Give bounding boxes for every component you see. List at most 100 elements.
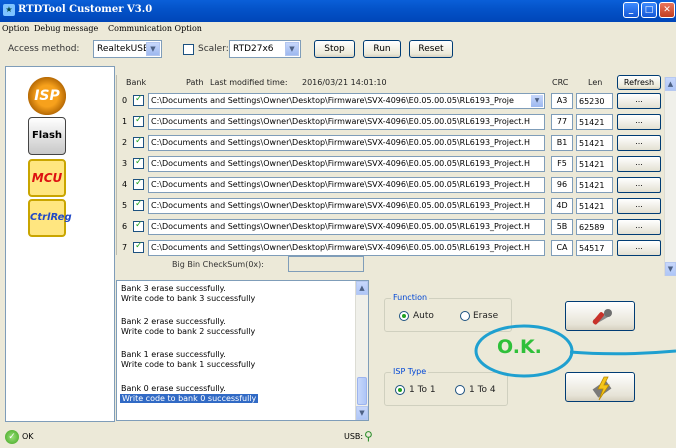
menu-bar: Option Debug message Communication Optio… bbox=[0, 22, 676, 36]
bank-checkbox[interactable] bbox=[133, 94, 144, 106]
isp-tool-icon[interactable]: ISP bbox=[28, 77, 66, 115]
bank-browse-button[interactable]: ... bbox=[617, 198, 661, 214]
len-header: Len bbox=[588, 78, 603, 87]
bank-checkbox[interactable] bbox=[133, 115, 144, 127]
bank-browse-button[interactable]: ... bbox=[617, 114, 661, 130]
one-to-one-label: 1 To 1 bbox=[409, 385, 436, 395]
mcu-tool-icon[interactable]: MCU bbox=[28, 159, 66, 197]
bank-crc: 4D bbox=[551, 198, 573, 214]
menu-communication-option[interactable]: Communication Option bbox=[108, 24, 202, 33]
reset-button[interactable]: Reset bbox=[409, 40, 453, 58]
bank-row: 6 C:\Documents and Settings\Owner\Deskto… bbox=[120, 219, 664, 237]
scroll-up-icon[interactable]: ▲ bbox=[356, 281, 368, 295]
bank-number: 7 bbox=[122, 243, 128, 252]
log-line: Write code to bank 3 successfully bbox=[121, 294, 256, 303]
bank-len: 65230 bbox=[576, 93, 613, 109]
bank-len: 51421 bbox=[576, 135, 613, 151]
bank-checkbox[interactable] bbox=[133, 241, 144, 253]
bank-path-field[interactable]: C:\Documents and Settings\Owner\Desktop\… bbox=[148, 135, 545, 151]
bank-crc: B1 bbox=[551, 135, 573, 151]
auto-label: Auto bbox=[413, 311, 434, 321]
bank-row: 7 C:\Documents and Settings\Owner\Deskto… bbox=[120, 240, 664, 258]
bank-len: 54517 bbox=[576, 240, 613, 256]
chevron-down-icon: ▼ bbox=[146, 42, 160, 56]
bank-browse-button[interactable]: ... bbox=[617, 177, 661, 193]
bank-number: 4 bbox=[122, 180, 128, 189]
log-output[interactable]: Bank 3 erase successfully. Write code to… bbox=[116, 280, 369, 421]
bank-number: 3 bbox=[122, 159, 128, 168]
scaler-checkbox[interactable] bbox=[183, 44, 194, 55]
bank-checkbox[interactable] bbox=[133, 136, 144, 148]
scroll-down-icon[interactable]: ▼ bbox=[356, 406, 368, 420]
log-line: Write code to bank 1 successfully bbox=[121, 360, 256, 369]
bank-row: 0 C:\Documents and Settings\Owner\Deskto… bbox=[120, 93, 664, 111]
bank-checkbox[interactable] bbox=[133, 220, 144, 232]
bank-len: 51421 bbox=[576, 156, 613, 172]
bank-checkbox[interactable] bbox=[133, 157, 144, 169]
chevron-down-icon: ▼ bbox=[531, 95, 543, 107]
bank-checkbox[interactable] bbox=[133, 178, 144, 190]
bank-path-select[interactable]: C:\Documents and Settings\Owner\Desktop\… bbox=[148, 93, 545, 109]
checksum-field bbox=[288, 256, 364, 272]
bank-row: 5 C:\Documents and Settings\Owner\Deskto… bbox=[120, 198, 664, 216]
bank-number: 6 bbox=[122, 222, 128, 231]
one-to-four-radio[interactable] bbox=[455, 385, 465, 395]
menu-option[interactable]: Option bbox=[2, 24, 29, 33]
bank-browse-button[interactable]: ... bbox=[617, 156, 661, 172]
scaler-label: Scaler: bbox=[198, 44, 229, 54]
bank-path: C:\Documents and Settings\Owner\Desktop\… bbox=[151, 96, 514, 105]
bank-list-scrollbar[interactable]: ▲ ▼ bbox=[664, 77, 676, 276]
bank-number: 1 bbox=[122, 117, 128, 126]
run-button[interactable]: Run bbox=[363, 40, 401, 58]
bank-browse-button[interactable]: ... bbox=[617, 219, 661, 235]
maximize-button[interactable]: □ bbox=[641, 2, 657, 18]
chevron-down-icon: ▼ bbox=[285, 42, 299, 56]
log-line-selected: Write code to bank 0 successfully bbox=[120, 394, 259, 403]
crc-header: CRC bbox=[552, 78, 569, 87]
close-button[interactable]: ✕ bbox=[659, 2, 675, 18]
title-bar[interactable]: ★ RTDTool Customer V3.0 _ □ ✕ bbox=[0, 0, 676, 22]
minimize-button[interactable]: _ bbox=[623, 2, 639, 18]
stop-button[interactable]: Stop bbox=[314, 40, 355, 58]
bank-row: 4 C:\Documents and Settings\Owner\Deskto… bbox=[120, 177, 664, 195]
one-to-one-radio[interactable] bbox=[395, 385, 405, 395]
ok-check-icon: ✓ bbox=[5, 430, 19, 444]
bank-browse-button[interactable]: ... bbox=[617, 240, 661, 256]
status-bar: ✓ OK USB: ⚲ bbox=[0, 428, 676, 448]
bank-path-field[interactable]: C:\Documents and Settings\Owner\Desktop\… bbox=[148, 198, 545, 214]
log-scroll-thumb[interactable] bbox=[357, 377, 367, 405]
bank-browse-button[interactable]: ... bbox=[617, 93, 661, 109]
menu-debug-message[interactable]: Debug message bbox=[34, 24, 98, 33]
bank-path-field[interactable]: C:\Documents and Settings\Owner\Desktop\… bbox=[148, 177, 545, 193]
log-line: Bank 0 erase successfully. bbox=[121, 384, 226, 393]
scroll-down-icon[interactable]: ▼ bbox=[665, 262, 676, 276]
access-method-select[interactable]: RealtekUSB ▼ bbox=[93, 40, 162, 58]
log-line: Write code to bank 2 successfully bbox=[121, 327, 256, 336]
last-modified-label: Last modified time: bbox=[210, 78, 288, 87]
erase-radio[interactable] bbox=[460, 311, 470, 321]
bank-path-field[interactable]: C:\Documents and Settings\Owner\Desktop\… bbox=[148, 219, 545, 235]
bank-crc: 96 bbox=[551, 177, 573, 193]
scaler-select[interactable]: RTD27x6 ▼ bbox=[229, 40, 301, 58]
flash-tool-icon[interactable]: Flash bbox=[28, 117, 66, 155]
bank-list-left-edge bbox=[116, 75, 120, 255]
bank-crc: A3 bbox=[551, 93, 573, 109]
tool-panel: ISP Flash MCU CtrlReg bbox=[5, 66, 115, 422]
toolbar: Access method: RealtekUSB ▼ Scaler: RTD2… bbox=[0, 39, 676, 61]
log-scrollbar[interactable]: ▲ ▼ bbox=[355, 281, 368, 420]
window-title: RTDTool Customer V3.0 bbox=[18, 4, 153, 15]
log-line: Bank 3 erase successfully. bbox=[121, 284, 226, 293]
auto-radio[interactable] bbox=[399, 311, 409, 321]
scaler-value: RTD27x6 bbox=[233, 44, 274, 54]
bank-path-field[interactable]: C:\Documents and Settings\Owner\Desktop\… bbox=[148, 114, 545, 130]
bank-checkbox[interactable] bbox=[133, 199, 144, 211]
refresh-button[interactable]: Refresh bbox=[617, 75, 661, 90]
bank-path-field[interactable]: C:\Documents and Settings\Owner\Desktop\… bbox=[148, 240, 545, 256]
ctrlreg-tool-icon[interactable]: CtrlReg bbox=[28, 199, 72, 237]
bank-browse-button[interactable]: ... bbox=[617, 135, 661, 151]
scroll-up-icon[interactable]: ▲ bbox=[665, 77, 676, 91]
access-method-value: RealtekUSB bbox=[97, 44, 150, 54]
usb-label: USB: bbox=[344, 432, 364, 441]
bank-path-field[interactable]: C:\Documents and Settings\Owner\Desktop\… bbox=[148, 156, 545, 172]
path-header: Path bbox=[186, 78, 204, 87]
